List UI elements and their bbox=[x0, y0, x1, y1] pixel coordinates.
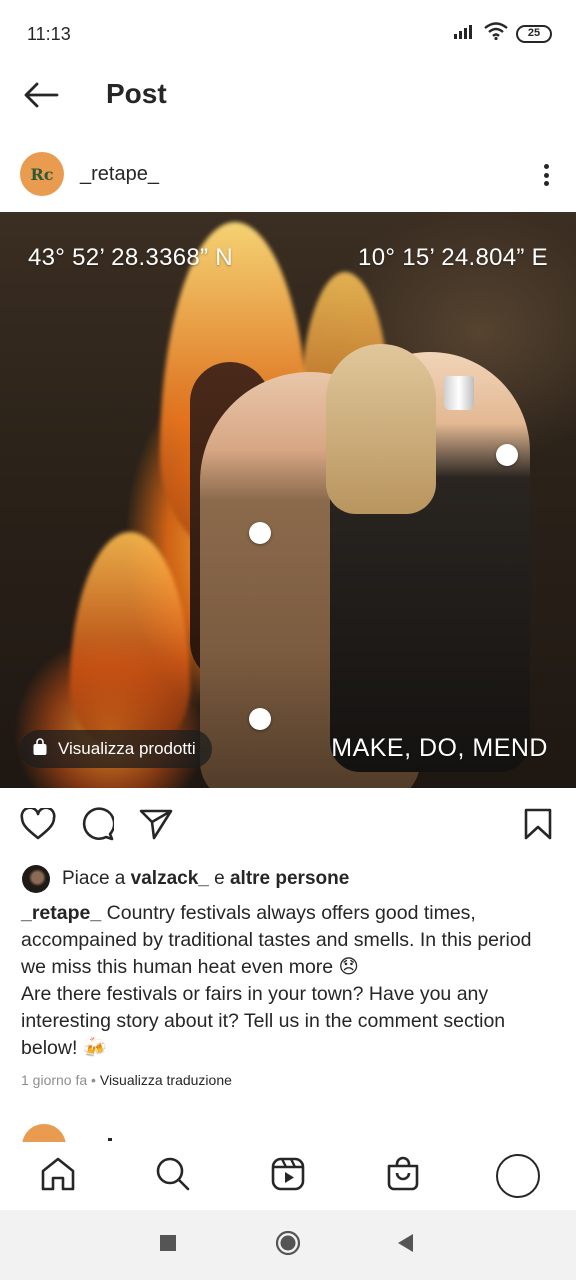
likes-others[interactable]: altre persone bbox=[230, 868, 349, 890]
top-app-bar: Post bbox=[0, 66, 576, 126]
liker-avatar bbox=[22, 865, 50, 893]
more-dot-icon bbox=[543, 164, 549, 169]
next-post-avatar bbox=[22, 1124, 66, 1144]
more-dot-icon bbox=[543, 172, 549, 178]
recents-button[interactable] bbox=[155, 1232, 181, 1258]
nav-home[interactable] bbox=[36, 1154, 80, 1198]
likes-prefix: Piace a bbox=[62, 868, 131, 889]
bottom-navigation bbox=[0, 1142, 576, 1210]
plastic-cup bbox=[444, 376, 474, 410]
save-button[interactable] bbox=[518, 806, 558, 846]
more-options-button[interactable] bbox=[540, 160, 552, 190]
likes-summary[interactable]: Piace a valzack_ e altre persone bbox=[22, 864, 349, 894]
status-bar: 11:13 25 bbox=[0, 0, 576, 66]
shopping-bag-icon bbox=[32, 737, 48, 761]
post-meta: 1 giorno fa • Visualizza traduzione bbox=[21, 1072, 232, 1088]
triangle-back-icon bbox=[396, 1233, 416, 1258]
nav-profile[interactable] bbox=[496, 1154, 540, 1198]
photo-text-overlay: MAKE, DO, MEND bbox=[331, 734, 548, 762]
bonfire-flame bbox=[70, 532, 190, 752]
liker-username[interactable]: valzack_ bbox=[131, 868, 209, 890]
product-tag-dot[interactable] bbox=[249, 522, 271, 544]
search-icon bbox=[155, 1156, 191, 1197]
view-products-label: Visualizza prodotti bbox=[58, 739, 196, 758]
page-title: Post bbox=[106, 78, 167, 109]
comment-button[interactable] bbox=[77, 806, 117, 846]
nav-shop[interactable] bbox=[381, 1154, 425, 1198]
send-icon bbox=[139, 808, 173, 845]
back-button-system[interactable] bbox=[393, 1232, 419, 1258]
post-header: Rc _retape_ bbox=[0, 142, 576, 206]
author-username[interactable]: _retape_ bbox=[80, 163, 159, 186]
like-button[interactable] bbox=[18, 805, 58, 846]
author-avatar[interactable]: Rc bbox=[20, 152, 64, 196]
heart-icon bbox=[20, 805, 56, 845]
person-hair bbox=[326, 344, 436, 514]
reels-icon bbox=[270, 1156, 306, 1197]
nav-search[interactable] bbox=[151, 1154, 195, 1198]
home-button[interactable] bbox=[275, 1230, 301, 1261]
shop-icon bbox=[385, 1156, 421, 1197]
nav-reels[interactable] bbox=[266, 1154, 310, 1198]
system-navigation-bar bbox=[0, 1210, 576, 1280]
translate-link[interactable]: Visualizza traduzione bbox=[100, 1072, 232, 1088]
caption-username[interactable]: _retape_ bbox=[21, 902, 101, 924]
status-time: 11:13 bbox=[27, 24, 71, 44]
latitude-overlay: 43° 52’ 28.3368” N bbox=[28, 244, 233, 271]
post-timestamp: 1 giorno fa bbox=[21, 1072, 88, 1088]
arrow-left-icon bbox=[23, 82, 59, 113]
bookmark-icon bbox=[524, 808, 552, 845]
product-tag-dot[interactable] bbox=[496, 444, 518, 466]
circle-icon bbox=[275, 1230, 301, 1261]
comment-icon bbox=[80, 806, 116, 846]
likes-middle: e bbox=[208, 868, 230, 889]
post-caption: _retape_ Country festivals always offers… bbox=[21, 900, 561, 1062]
square-icon bbox=[159, 1234, 177, 1257]
battery-icon: 25 bbox=[516, 24, 552, 43]
next-post-username-fragment bbox=[108, 1138, 112, 1141]
product-tag-dot[interactable] bbox=[249, 708, 271, 730]
caption-text-2: Are there festivals or fairs in your tow… bbox=[21, 983, 506, 1059]
post-actions bbox=[0, 800, 576, 852]
longitude-overlay: 10° 15’ 24.804” E bbox=[358, 244, 548, 271]
home-icon bbox=[40, 1156, 76, 1197]
meta-separator: • bbox=[87, 1072, 100, 1088]
more-dot-icon bbox=[543, 181, 549, 186]
share-button[interactable] bbox=[136, 806, 176, 846]
signal-icon bbox=[454, 23, 476, 44]
view-products-button[interactable]: Visualizza prodotti bbox=[20, 730, 212, 768]
post-photo[interactable]: 43° 52’ 28.3368” N 10° 15’ 24.804” E Vis… bbox=[0, 212, 576, 788]
wifi-icon bbox=[484, 22, 508, 45]
back-button[interactable] bbox=[20, 76, 62, 118]
status-icons: 25 bbox=[454, 22, 552, 45]
profile-avatar bbox=[496, 1154, 540, 1198]
